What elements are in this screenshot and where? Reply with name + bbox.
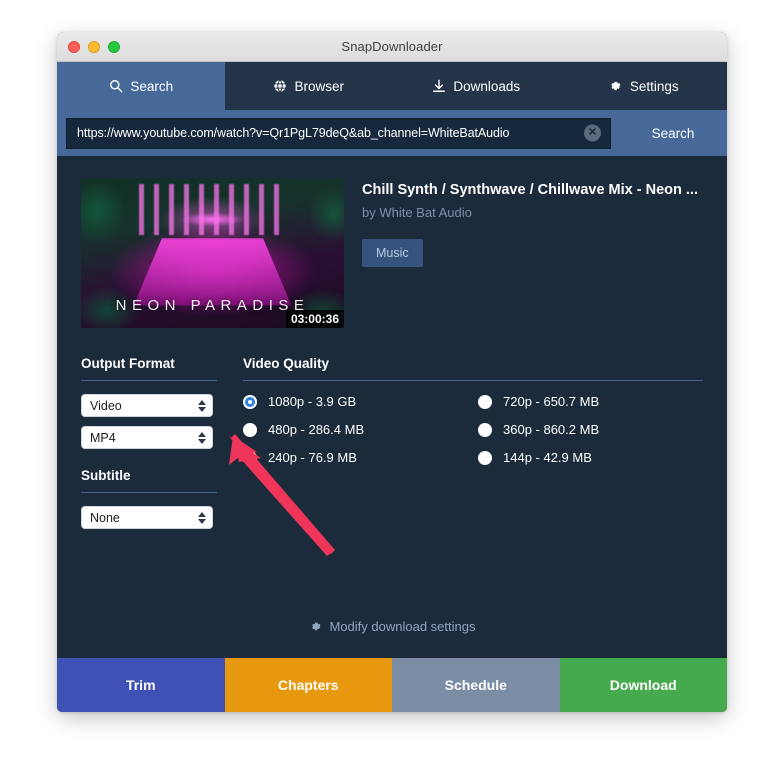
main-content: NEON PARADISE 03:00:36 Chill Synth / Syn… <box>57 156 727 658</box>
quality-option-480p[interactable]: 480p - 286.4 MB <box>243 422 468 437</box>
subtitle-divider <box>81 492 217 493</box>
radio-icon <box>478 394 492 409</box>
search-button[interactable]: Search <box>619 110 727 156</box>
radio-icon <box>243 394 257 409</box>
format-column: Output Format Video MP4 Subtitle None <box>81 356 217 538</box>
video-result-card: NEON PARADISE 03:00:36 Chill Synth / Syn… <box>81 178 703 328</box>
quality-option-720p[interactable]: 720p - 650.7 MB <box>478 394 703 409</box>
window-controls <box>68 32 120 62</box>
modify-download-settings-label: Modify download settings <box>329 619 476 634</box>
video-thumbnail[interactable]: NEON PARADISE 03:00:36 <box>81 178 344 328</box>
subtitle-group: Subtitle None <box>81 468 217 529</box>
video-quality-divider <box>243 380 703 381</box>
tab-search[interactable]: Search <box>57 62 225 110</box>
quality-option-label: 720p - 650.7 MB <box>503 394 600 409</box>
url-input[interactable]: https://www.youtube.com/watch?v=Qr1PgL79… <box>77 126 509 140</box>
video-duration-badge: 03:00:36 <box>285 310 344 328</box>
quality-option-144p[interactable]: 144p - 42.9 MB <box>478 450 703 465</box>
stepper-arrows-icon <box>198 511 206 524</box>
stepper-arrows-icon <box>198 399 206 412</box>
action-button-bar: Trim Chapters Schedule Download <box>57 658 727 712</box>
window-titlebar: SnapDownloader <box>57 32 727 62</box>
quality-option-label: 240p - 76.9 MB <box>268 450 357 465</box>
quality-option-label: 480p - 286.4 MB <box>268 422 365 437</box>
video-metadata: Chill Synth / Synthwave / Chillwave Mix … <box>362 178 698 328</box>
video-title: Chill Synth / Synthwave / Chillwave Mix … <box>362 182 698 198</box>
minimize-button[interactable] <box>88 41 100 53</box>
url-input-wrapper[interactable]: https://www.youtube.com/watch?v=Qr1PgL79… <box>66 117 611 149</box>
quality-option-240p[interactable]: 240p - 76.9 MB <box>243 450 468 465</box>
video-quality-options: 1080p - 3.9 GB 720p - 650.7 MB 480p - 28… <box>243 394 703 465</box>
app-window: SnapDownloader Search Browser Downloads … <box>57 32 727 712</box>
subtitle-select[interactable]: None <box>81 506 213 529</box>
output-container-value: MP4 <box>90 430 116 445</box>
video-quality-heading: Video Quality <box>243 356 330 371</box>
output-type-select[interactable]: Video <box>81 394 213 417</box>
tab-downloads[interactable]: Downloads <box>392 62 560 110</box>
radio-icon <box>243 422 257 437</box>
chapters-button[interactable]: Chapters <box>224 658 392 712</box>
video-category-badge: Music <box>362 239 423 267</box>
tab-search-label: Search <box>130 78 174 94</box>
tab-settings[interactable]: Settings <box>560 62 728 110</box>
download-button[interactable]: Download <box>559 658 727 712</box>
radio-icon <box>478 450 492 465</box>
subtitle-heading: Subtitle <box>81 468 131 483</box>
thumbnail-neon-bars <box>138 184 287 235</box>
schedule-button[interactable]: Schedule <box>392 658 560 712</box>
tab-settings-label: Settings <box>629 78 679 94</box>
quality-option-label: 1080p - 3.9 GB <box>268 394 357 409</box>
radio-icon <box>478 422 492 437</box>
thumbnail-neon-sign <box>180 212 245 226</box>
quality-option-360p[interactable]: 360p - 860.2 MB <box>478 422 703 437</box>
quality-option-1080p[interactable]: 1080p - 3.9 GB <box>243 394 468 409</box>
page-root: SnapDownloader Search Browser Downloads … <box>0 0 782 782</box>
output-format-heading: Output Format <box>81 356 175 371</box>
quality-option-label: 144p - 42.9 MB <box>503 450 592 465</box>
tab-browser-label: Browser <box>294 78 344 94</box>
download-icon <box>431 79 446 94</box>
output-container-select[interactable]: MP4 <box>81 426 213 449</box>
main-tab-bar: Search Browser Downloads Settings <box>57 62 727 110</box>
window-title: SnapDownloader <box>341 39 443 54</box>
globe-icon <box>272 79 287 94</box>
maximize-button[interactable] <box>108 41 120 53</box>
output-format-divider <box>81 380 217 381</box>
close-button[interactable] <box>68 41 80 53</box>
stepper-arrows-icon <box>198 431 206 444</box>
tab-downloads-label: Downloads <box>453 78 521 94</box>
modify-download-settings-link[interactable]: Modify download settings <box>57 619 727 634</box>
gear-icon <box>309 620 322 633</box>
subtitle-value: None <box>90 510 120 525</box>
radio-icon <box>243 450 257 465</box>
clear-icon[interactable]: ✕ <box>584 124 601 142</box>
output-type-value: Video <box>90 398 122 413</box>
trim-button[interactable]: Trim <box>57 658 225 712</box>
url-search-bar: https://www.youtube.com/watch?v=Qr1PgL79… <box>57 110 727 156</box>
video-author: by White Bat Audio <box>362 205 472 220</box>
quality-column: Video Quality 1080p - 3.9 GB 720p - 650.… <box>243 356 703 538</box>
options-area: Output Format Video MP4 Subtitle None Vi… <box>81 356 703 538</box>
search-icon <box>108 79 123 94</box>
tab-browser[interactable]: Browser <box>225 62 393 110</box>
gear-icon <box>608 79 623 94</box>
quality-option-label: 360p - 860.2 MB <box>503 422 600 437</box>
